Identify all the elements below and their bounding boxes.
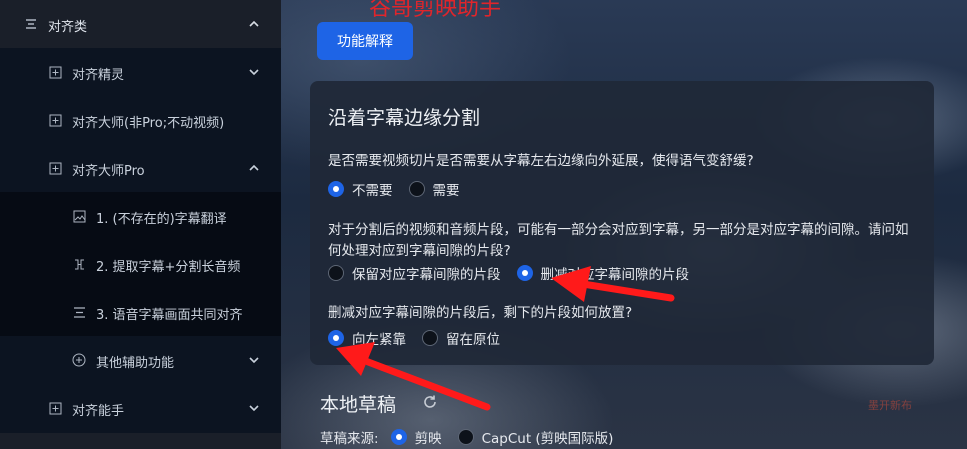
radio-button[interactable]: [408, 181, 425, 197]
radio-option-remove-gap[interactable]: 删减对应字幕间隙的片段: [516, 263, 689, 283]
scissors-icon: [72, 257, 86, 271]
radio-button-selected[interactable]: [328, 181, 344, 197]
radio-option-extend[interactable]: 需要: [408, 179, 460, 199]
sidebar: 对齐类 对齐精灵 对齐大师(非Pro;不动视频) 对齐大师Pro 1. (不存在…: [0, 0, 281, 449]
local-drafts-title: 本地草稿: [320, 394, 397, 416]
question-gap-handling: 对于分割后的视频和音频片段，可能有一部分会对应到字幕，另一部分是对应字幕的间隙。…: [328, 222, 909, 259]
sidebar-item-align-master[interactable]: 对齐大师(非Pro;不动视频): [0, 96, 281, 144]
radio-option-keep-gap[interactable]: 保留对应字幕间隙的片段: [328, 263, 501, 283]
list-icon: [24, 17, 38, 31]
chevron-down-icon: [247, 353, 261, 367]
radio-option-no-extend[interactable]: 不需要: [328, 179, 393, 199]
radio-button-selected[interactable]: [328, 330, 344, 346]
sidebar-item-label: 对齐大师Pro: [72, 164, 145, 179]
radio-button[interactable]: [422, 330, 438, 346]
plus-box-icon: [48, 401, 62, 415]
radio-group-gap: 保留对应字幕间隙的片段 删减对应字幕间隙的片段: [328, 263, 705, 283]
radio-option-stay[interactable]: 留在原位: [422, 328, 500, 348]
sidebar-item-other-tools[interactable]: 其他辅助功能: [0, 336, 281, 384]
sidebar-next-group: [0, 433, 281, 449]
sidebar-item-label: 3. 语音字幕画面共同对齐: [96, 308, 243, 323]
sidebar-item-label: 2. 提取字幕+分割长音频: [96, 260, 241, 275]
plus-box-icon: [48, 113, 62, 127]
radio-button[interactable]: [328, 265, 344, 281]
chevron-down-icon: [247, 65, 261, 79]
watermark-title: 谷哥剪映助手: [369, 0, 502, 21]
sidebar-item-align-master-pro[interactable]: 对齐大师Pro: [0, 144, 281, 192]
card-title: 沿着字幕边缘分割: [328, 107, 481, 129]
radio-group-extend: 不需要 需要: [328, 179, 476, 199]
plus-box-icon: [48, 161, 62, 175]
sidebar-subitem-extract[interactable]: 2. 提取字幕+分割长音频: [0, 240, 281, 288]
main-panel: 谷哥剪映助手 功能解释 沿着字幕边缘分割 是否需要视频切片是否需要从字幕左右边缘…: [281, 0, 967, 449]
sidebar-group-label: 对齐类: [48, 20, 88, 35]
split-settings-card: 沿着字幕边缘分割 是否需要视频切片是否需要从字幕左右边缘向外延展，使得语气变舒缓…: [310, 81, 934, 365]
question-placement: 删减对应字幕间隙的片段后，剩下的片段如何放置?: [328, 305, 633, 321]
corner-watermark: 墨开新布: [868, 399, 912, 412]
plus-circle-icon: [72, 353, 86, 367]
sidebar-subitem-translate[interactable]: 1. (不存在的)字幕翻译: [0, 192, 281, 240]
sidebar-item-label: 其他辅助功能: [96, 356, 175, 371]
sidebar-item-label: 对齐大师(非Pro;不动视频): [72, 116, 225, 131]
radio-option-capcut[interactable]: CapCut (剪映国际版): [457, 427, 613, 447]
radio-button-selected[interactable]: [516, 265, 533, 281]
sidebar-item-align-expert[interactable]: 对齐能手: [0, 384, 281, 432]
draft-source-row: 草稿来源: 剪映 CapCut (剪映国际版): [320, 427, 629, 447]
radio-option-jianying[interactable]: 剪映: [390, 427, 442, 447]
radio-option-snap-left[interactable]: 向左紧靠: [328, 328, 406, 348]
align-icon: [72, 305, 86, 319]
sidebar-item-align-sprite[interactable]: 对齐精灵: [0, 48, 281, 96]
sidebar-subitem-coalign[interactable]: 3. 语音字幕画面共同对齐: [0, 288, 281, 336]
radio-button-selected[interactable]: [390, 429, 407, 445]
radio-group-placement: 向左紧靠 留在原位: [328, 328, 516, 348]
refresh-icon[interactable]: [421, 393, 439, 411]
sidebar-item-label: 1. (不存在的)字幕翻译: [96, 212, 227, 227]
chevron-up-icon: [247, 17, 261, 31]
chevron-up-icon: [247, 161, 261, 175]
draft-source-label: 草稿来源:: [320, 431, 379, 447]
question-extend: 是否需要视频切片是否需要从字幕左右边缘向外延展，使得语气变舒缓?: [328, 153, 754, 169]
radio-button[interactable]: [457, 429, 474, 445]
sidebar-group-align[interactable]: 对齐类: [0, 0, 281, 48]
sidebar-item-label: 对齐精灵: [72, 68, 125, 83]
sidebar-item-label: 对齐能手: [72, 404, 125, 419]
explain-button[interactable]: 功能解释: [317, 22, 413, 60]
plus-box-icon: [48, 65, 62, 79]
chevron-down-icon: [247, 401, 261, 415]
image-icon: [72, 209, 86, 223]
